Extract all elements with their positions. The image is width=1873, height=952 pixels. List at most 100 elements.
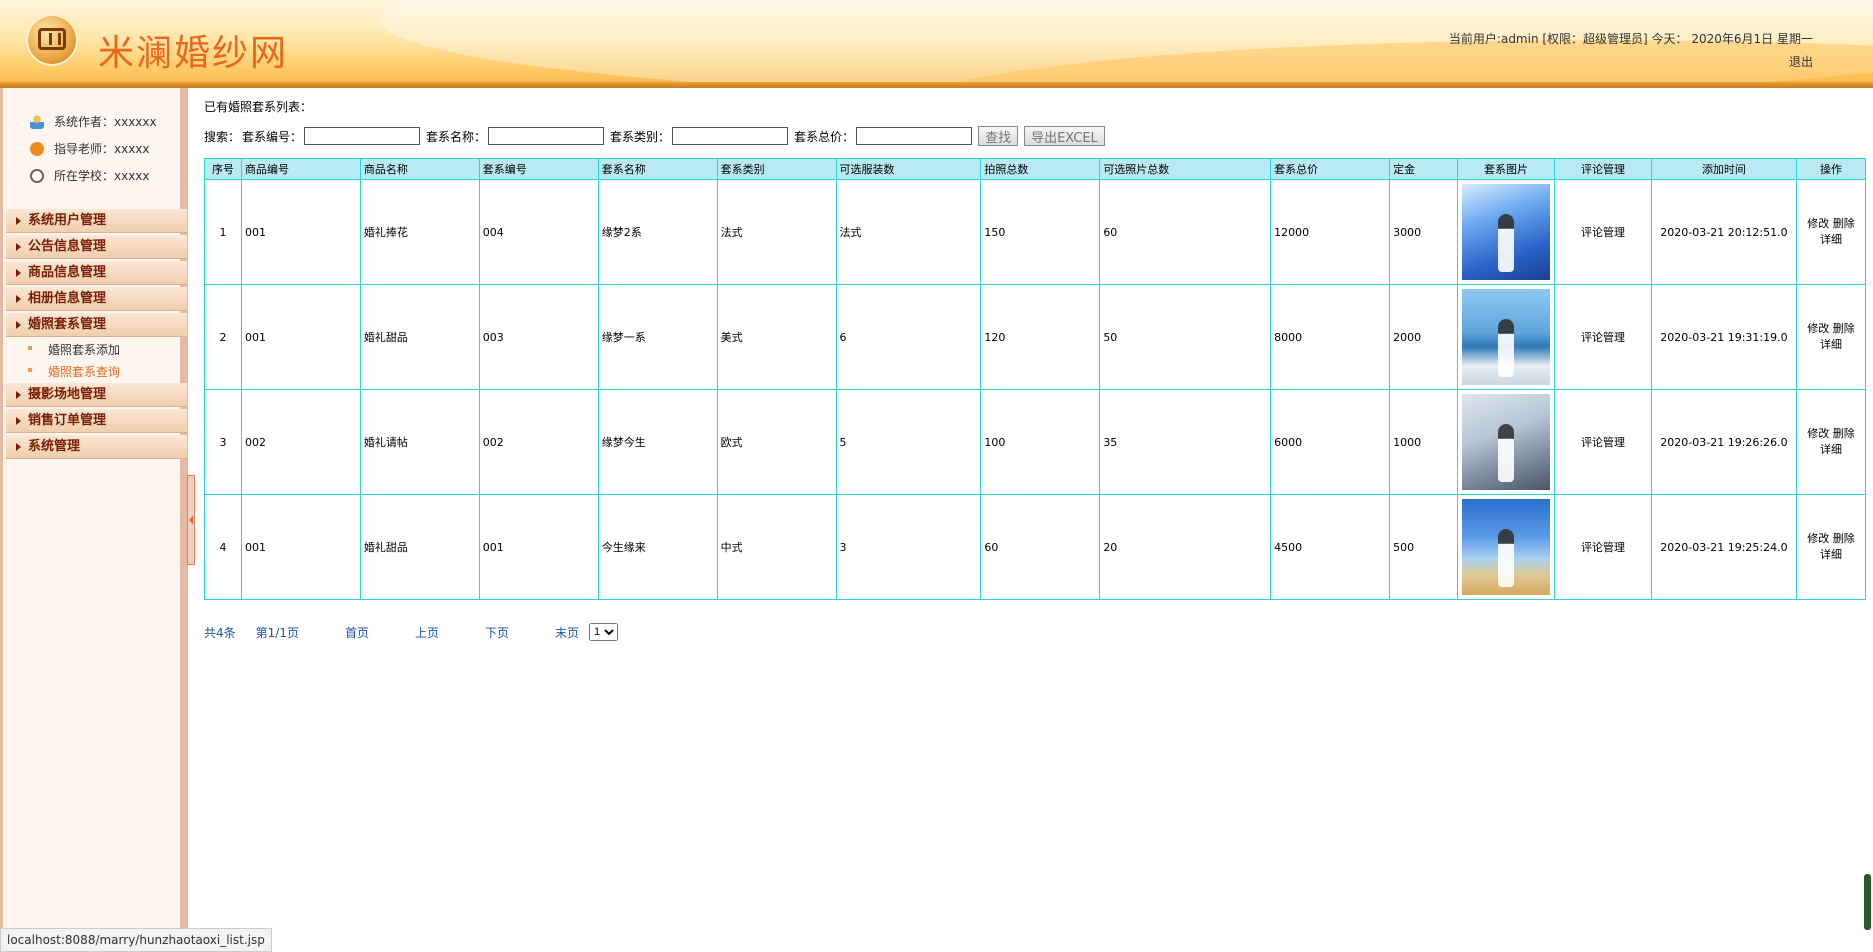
col-header: 拍照总数: [980, 158, 1101, 180]
expand-arrow-icon: [16, 243, 21, 251]
cell-set-code: 003: [478, 284, 599, 390]
detail-link[interactable]: 详细: [1820, 443, 1842, 456]
comment-link[interactable]: 评论管理: [1554, 494, 1652, 600]
delete-link[interactable]: 删除: [1833, 427, 1855, 440]
cell-price: 12000: [1270, 179, 1391, 285]
cell-deposit: 1000: [1389, 389, 1459, 495]
menu-group-label: 系统管理: [28, 439, 81, 454]
detail-link[interactable]: 详细: [1820, 233, 1842, 246]
comment-link[interactable]: 评论管理: [1554, 389, 1652, 495]
table-row: 4 001 婚礼甜品 001 今生缘来 中式 3 60 20 4500 500 …: [204, 494, 1867, 600]
set-image[interactable]: [1462, 184, 1551, 280]
menu-group-studio[interactable]: 摄影场地管理: [6, 383, 187, 407]
sidebar-collapse-toggle[interactable]: [187, 475, 195, 565]
cell-deposit: 2000: [1389, 284, 1459, 390]
col-header: 套系类别: [716, 158, 837, 180]
cell-set-name: 缘梦今生: [597, 389, 718, 495]
expand-arrow-icon: [16, 417, 21, 425]
cell-set-name: 今生缘来: [597, 494, 718, 600]
cell-price: 6000: [1270, 389, 1391, 495]
set-price-input[interactable]: [856, 127, 973, 145]
edit-link[interactable]: 修改: [1807, 427, 1829, 440]
set-type-label: 套系类别：: [610, 129, 671, 144]
set-code-label: 套系编号：: [242, 129, 303, 144]
menu-group-system[interactable]: 系统管理: [6, 435, 187, 459]
edit-link[interactable]: 修改: [1807, 322, 1829, 335]
menu-group-album[interactable]: 相册信息管理: [6, 287, 187, 311]
cell-select-photos: 50: [1099, 284, 1272, 390]
edit-link[interactable]: 修改: [1807, 532, 1829, 545]
set-image[interactable]: [1462, 499, 1551, 595]
last-page-link[interactable]: 末页: [555, 624, 579, 641]
menu-group-user[interactable]: 系统用户管理: [6, 209, 187, 233]
logout-link[interactable]: 退出: [1789, 53, 1813, 70]
pagination: 共4条 第1/1页 首页 上页 下页 末页 1: [204, 623, 619, 641]
set-name-input[interactable]: [488, 127, 605, 145]
menu-group-orders[interactable]: 销售订单管理: [6, 409, 187, 433]
col-header: 可选服装数: [835, 158, 982, 180]
cell-actions: 修改 删除详细: [1795, 389, 1867, 495]
cell-image: [1457, 179, 1556, 285]
cell-image: [1457, 389, 1556, 495]
set-type-input[interactable]: [672, 127, 789, 145]
set-code-input[interactable]: [304, 127, 421, 145]
clock-icon: [30, 168, 44, 183]
menu-group-label: 系统用户管理: [28, 213, 107, 228]
menu-sub-set-add[interactable]: 婚照套系添加: [28, 341, 121, 358]
wedding-set-table: 序号 商品编号 商品名称 套系编号 套系名称 套系类别 可选服装数 拍照总数 可…: [204, 158, 1867, 600]
comment-link[interactable]: 评论管理: [1554, 179, 1652, 285]
delete-link[interactable]: 删除: [1833, 322, 1855, 335]
edit-link[interactable]: 修改: [1807, 217, 1829, 230]
set-image[interactable]: [1462, 394, 1551, 490]
page-indicator: 第1/1页: [255, 625, 299, 640]
search-button[interactable]: 查找: [978, 126, 1019, 146]
cell-actions: 修改 删除详细: [1795, 179, 1867, 285]
cell-time: 2020-03-21 19:26:26.0: [1650, 389, 1797, 495]
menu-group-notice[interactable]: 公告信息管理: [6, 235, 187, 259]
current-user-info: 当前用户:admin [权限：超级管理员] 今天： 2020年6月1日 星期一: [1448, 32, 1813, 46]
set-price-label: 套系总价：: [794, 129, 855, 144]
cell-set-type: 欧式: [716, 389, 837, 495]
col-header: 套系总价: [1270, 158, 1391, 180]
cell-time: 2020-03-21 19:25:24.0: [1650, 494, 1797, 600]
next-page-link[interactable]: 下页: [485, 624, 509, 641]
page-select[interactable]: 1: [589, 623, 619, 641]
menu-group-wedding-set[interactable]: 婚照套系管理: [6, 313, 187, 337]
col-header: 套系图片: [1457, 158, 1556, 180]
col-header: 商品编号: [240, 158, 361, 180]
status-bar-url: localhost:8088/marry/hunzhaotaoxi_list.j…: [0, 928, 272, 952]
prev-page-link[interactable]: 上页: [415, 624, 439, 641]
menu-group-goods[interactable]: 商品信息管理: [6, 261, 187, 285]
detail-link[interactable]: 详细: [1820, 338, 1842, 351]
menu-sub-set-query[interactable]: 婚照套系查询: [28, 363, 120, 380]
comment-link[interactable]: 评论管理: [1554, 284, 1652, 390]
school-info: 所在学校：xxxxx: [30, 167, 150, 184]
site-title: 米澜婚纱网: [98, 33, 289, 74]
expand-arrow-icon: [16, 443, 21, 451]
teacher-info: 指导老师：xxxxx: [30, 140, 150, 157]
cell-set-type: 法式: [716, 179, 837, 285]
cell-time: 2020-03-21 20:12:51.0: [1650, 179, 1797, 285]
menu-sub-label: 婚照套系添加: [48, 343, 121, 357]
sidebar-edge: [0, 88, 3, 950]
cell-no: 3: [204, 389, 242, 495]
first-page-link[interactable]: 首页: [345, 624, 369, 641]
export-excel-button[interactable]: 导出EXCEL: [1024, 126, 1105, 146]
cell-goods-code: 001: [240, 284, 361, 390]
set-image[interactable]: [1462, 289, 1551, 385]
delete-link[interactable]: 删除: [1833, 532, 1855, 545]
author-label: 系统作者：xxxxxx: [54, 115, 157, 129]
detail-link[interactable]: 详细: [1820, 548, 1842, 561]
user-icon: [30, 114, 44, 129]
cell-clothes: 3: [835, 494, 982, 600]
cell-image: [1457, 284, 1556, 390]
set-name-label: 套系名称：: [426, 129, 487, 144]
cell-set-code: 001: [478, 494, 599, 600]
cell-goods-name: 婚礼甜品: [359, 284, 480, 390]
cell-set-code: 004: [478, 179, 599, 285]
logo-icon: [26, 14, 78, 66]
bullet-icon: [28, 346, 32, 350]
cell-actions: 修改 删除详细: [1795, 494, 1867, 600]
scrollbar-thumb[interactable]: [1864, 874, 1871, 930]
delete-link[interactable]: 删除: [1833, 217, 1855, 230]
